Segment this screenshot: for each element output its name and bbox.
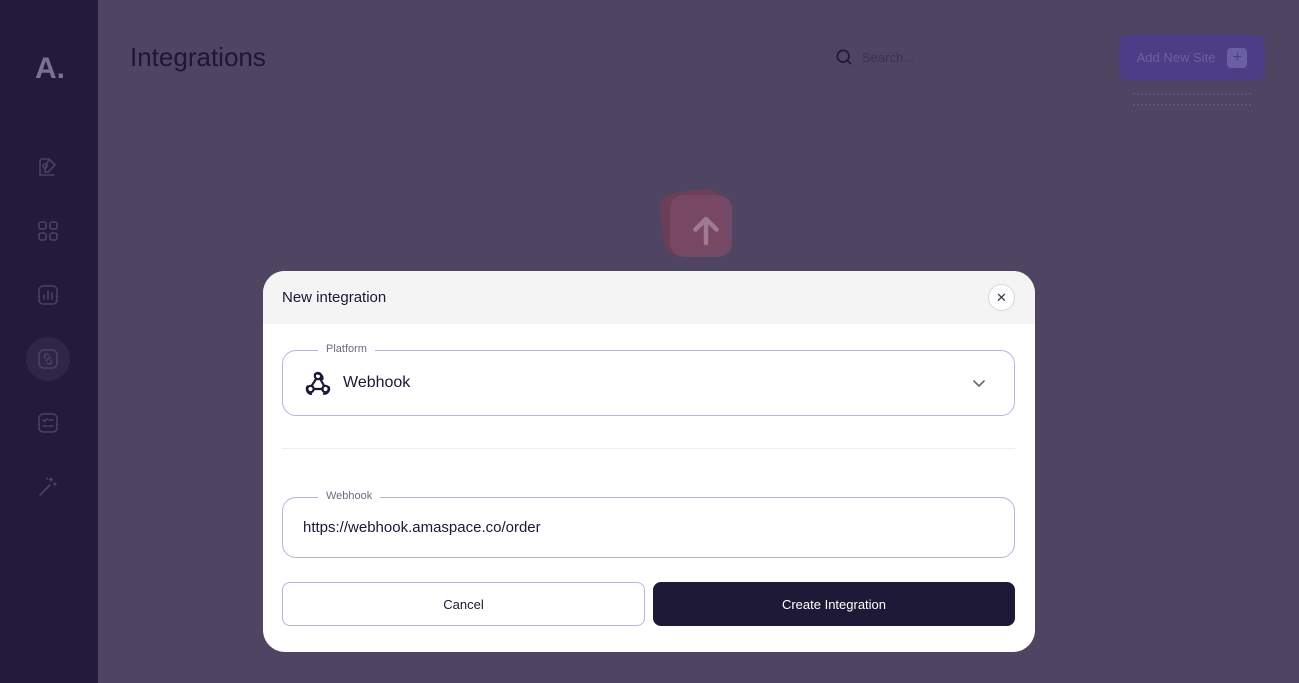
platform-label: Platform xyxy=(318,343,375,355)
sidebar: A. xyxy=(0,0,98,683)
page-title: Integrations xyxy=(130,42,266,72)
divider xyxy=(282,448,1015,449)
search-icon xyxy=(836,49,852,65)
new-integration-modal: New integration ✕ Platform Webhook Webho… xyxy=(263,271,1035,652)
sidebar-item-analytics[interactable] xyxy=(26,273,70,317)
webhook-field: Webhook xyxy=(282,490,1015,558)
magic-wand-icon xyxy=(39,477,57,496)
chart-icon xyxy=(38,285,58,305)
search-input[interactable] xyxy=(862,49,982,65)
sidebar-item-editor[interactable] xyxy=(26,145,70,189)
webhook-icon xyxy=(305,371,331,395)
webhook-label: Webhook xyxy=(318,490,381,502)
upload-arrow-icon xyxy=(693,216,719,246)
integration-icon xyxy=(38,349,58,369)
chevron-down-icon[interactable] xyxy=(971,375,987,391)
sidebar-item-integrations[interactable] xyxy=(26,337,70,381)
platform-value: Webhook xyxy=(343,374,411,391)
placeholder-line xyxy=(1133,104,1251,106)
sidebar-item-magic[interactable] xyxy=(26,465,70,509)
cancel-button[interactable]: Cancel xyxy=(282,582,645,626)
grid-icon xyxy=(38,221,58,241)
platform-select[interactable]: Platform Webhook xyxy=(282,343,1015,416)
add-new-site-label: Add New Site xyxy=(1136,50,1216,65)
close-button[interactable]: ✕ xyxy=(988,284,1015,311)
search-bar[interactable] xyxy=(834,47,982,67)
modal-header: New integration ✕ xyxy=(263,271,1035,324)
close-icon: ✕ xyxy=(996,289,1007,305)
add-new-site-button[interactable]: Add New Site + xyxy=(1119,35,1265,80)
create-integration-button[interactable]: Create Integration xyxy=(653,582,1015,626)
placeholder-line xyxy=(1133,93,1251,95)
checklist-icon xyxy=(38,413,58,433)
app-logo[interactable]: A. xyxy=(35,52,65,86)
edit-image-icon xyxy=(39,158,56,176)
plus-icon: + xyxy=(1227,47,1248,68)
modal-title: New integration xyxy=(282,289,387,306)
sidebar-item-tasks[interactable] xyxy=(26,401,70,445)
webhook-url-input[interactable] xyxy=(283,498,1014,557)
sidebar-item-dashboard[interactable] xyxy=(26,209,70,253)
upload-illustration xyxy=(657,186,734,259)
